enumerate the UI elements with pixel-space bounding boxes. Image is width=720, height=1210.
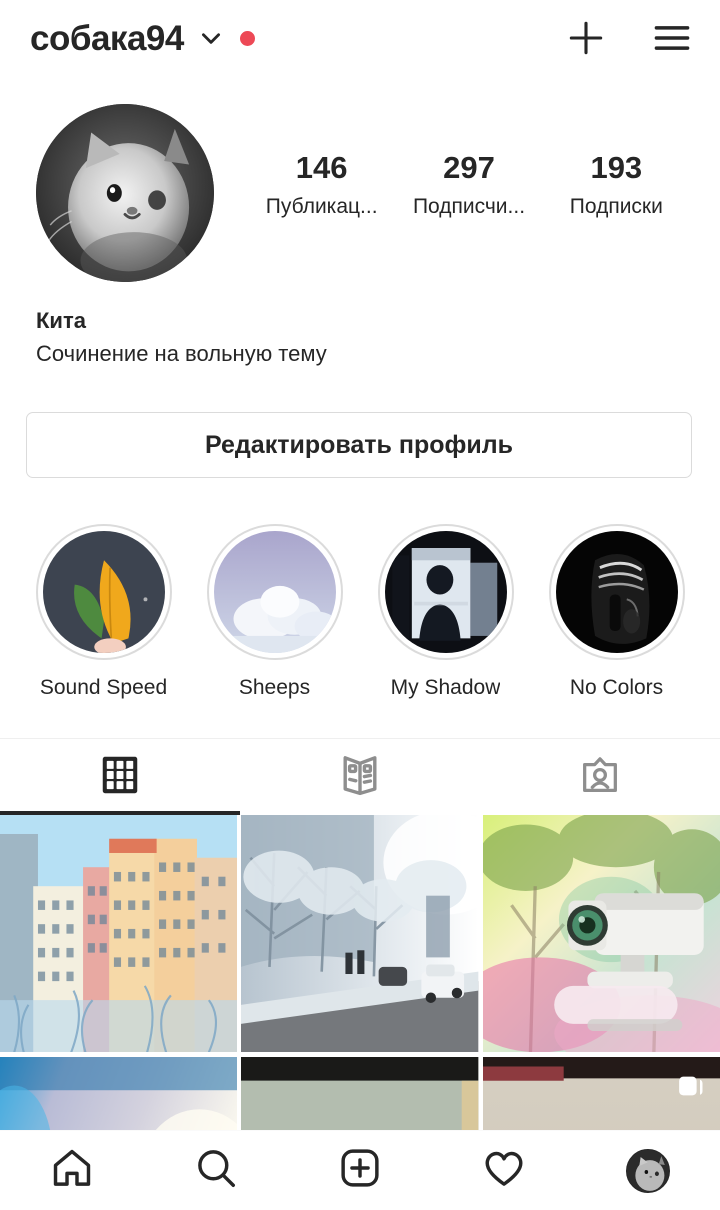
profile-summary: 146 Публикац... 297 Подписчи... 193 Подп…	[0, 76, 720, 282]
highlight-ring	[548, 524, 685, 660]
followers-label: Подписчи...	[412, 194, 526, 218]
highlight-cover-leaves	[42, 531, 165, 653]
username-title[interactable]: собака94	[30, 21, 184, 56]
chevron-down-icon[interactable]	[198, 25, 224, 51]
highlight-label: My Shadow	[390, 676, 501, 699]
edit-profile-button[interactable]: Редактировать профиль	[26, 412, 692, 478]
posts-label: Публикац...	[265, 194, 378, 218]
cctv-camera-art	[482, 815, 720, 1053]
book-guides-icon	[336, 751, 384, 804]
highlight-cover-shadow	[384, 531, 507, 653]
profile-bio-text: Сочинение на вольную тему	[36, 341, 327, 366]
profile-tabs	[0, 738, 720, 815]
grid-cell-2[interactable]	[241, 815, 479, 1053]
tab-guides[interactable]	[240, 739, 480, 815]
cat-avatar-art	[36, 104, 214, 282]
highlight-my-shadow[interactable]: My Shadow	[360, 524, 531, 700]
highlight-ring	[35, 524, 172, 660]
stat-following[interactable]: 193 Подписки	[543, 150, 690, 219]
tagged-person-icon	[577, 752, 623, 803]
avatar[interactable]	[36, 104, 214, 282]
plus-icon[interactable]	[564, 16, 608, 60]
nav-profile[interactable]	[593, 1148, 703, 1193]
grid-cell-3[interactable]	[482, 815, 720, 1053]
instagram-profile-screen: собака94 146 Публикац... 297 Подписчи...…	[0, 0, 720, 1210]
highlight-sound-speed[interactable]: Sound Speed	[18, 524, 189, 700]
stats-row: 146 Публикац... 297 Подписчи... 193 Подп…	[248, 104, 690, 219]
profile-display-name: Кита	[36, 308, 86, 333]
highlight-label: Sound Speed	[39, 676, 168, 699]
tab-grid[interactable]	[0, 739, 240, 815]
search-icon	[193, 1145, 239, 1196]
nav-home[interactable]	[17, 1145, 127, 1196]
grid-icon	[97, 752, 143, 803]
highlight-cover-helmet	[555, 531, 678, 653]
notification-dot	[239, 30, 255, 46]
edit-profile-wrapper: Редактировать профиль	[0, 370, 720, 478]
frosty-street-art	[241, 815, 479, 1053]
highlight-label: Sheeps	[238, 676, 311, 699]
posts-count: 146	[295, 150, 348, 185]
carousel-icon	[679, 1076, 703, 1096]
grid-cell-1[interactable]	[0, 815, 238, 1053]
highlight-label: No Colors	[569, 676, 664, 699]
highlight-cover-clouds	[213, 531, 336, 653]
stat-posts[interactable]: 146 Публикац...	[248, 150, 395, 219]
story-highlights-row: Sound Speed Sheeps My Shadow No Colors	[0, 478, 720, 700]
sage-wall-art	[241, 1057, 479, 1130]
add-post-icon	[337, 1145, 383, 1196]
following-label: Подписки	[569, 194, 663, 218]
highlight-ring	[206, 524, 343, 660]
nav-add-post[interactable]	[305, 1145, 415, 1196]
grid-cell-5[interactable]	[241, 1057, 479, 1130]
grid-cell-6[interactable]	[482, 1057, 720, 1130]
photo-grid	[0, 815, 720, 1130]
blue-lavender-blur-art	[0, 1057, 238, 1130]
followers-count: 297	[443, 150, 495, 185]
home-icon	[49, 1145, 95, 1196]
following-count: 193	[590, 150, 643, 185]
highlight-ring	[377, 524, 514, 660]
heart-activity-icon	[481, 1145, 527, 1196]
nav-activity[interactable]	[449, 1145, 559, 1196]
grid-cell-4[interactable]	[0, 1057, 238, 1130]
nav-search[interactable]	[161, 1145, 271, 1196]
profile-avatar[interactable]	[626, 1148, 670, 1193]
stat-followers[interactable]: 297 Подписчи...	[395, 150, 542, 219]
highlight-no-colors[interactable]: No Colors	[531, 524, 702, 700]
bottom-navigation	[0, 1130, 720, 1210]
avatar-wrapper[interactable]	[36, 104, 214, 282]
tab-tagged[interactable]	[480, 739, 720, 815]
apartment-buildings-art	[0, 815, 238, 1053]
highlight-sheeps[interactable]: Sheeps	[189, 524, 360, 700]
hamburger-menu-icon[interactable]	[650, 16, 694, 60]
top-header: собака94	[0, 0, 720, 76]
bio-block: Кита Сочинение на вольную тему	[0, 282, 720, 370]
